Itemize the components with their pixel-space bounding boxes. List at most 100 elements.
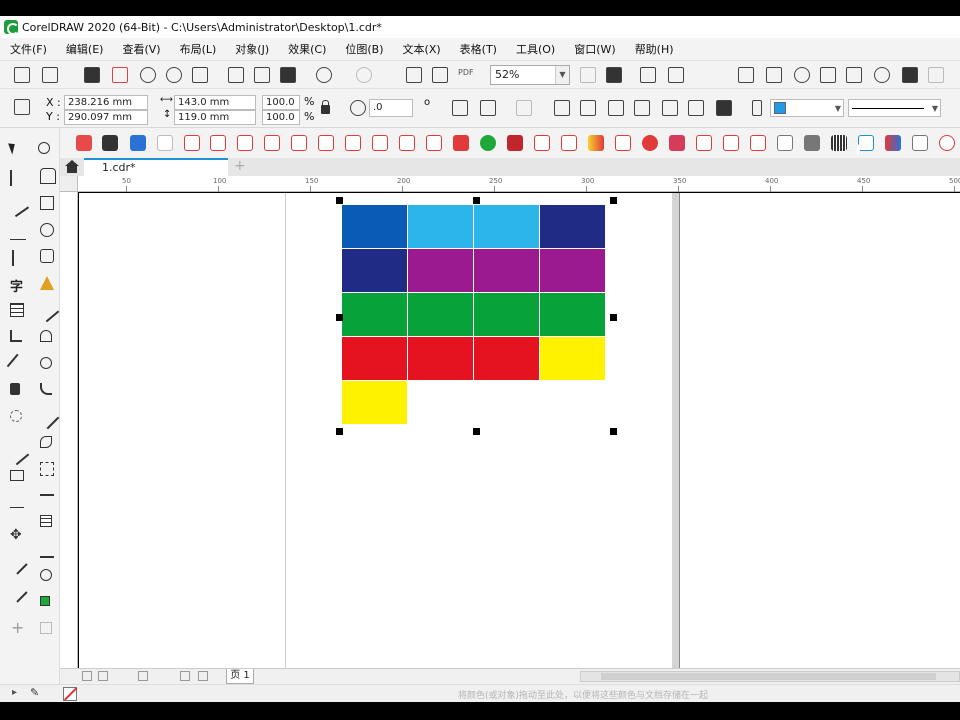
text-tool-icon[interactable]: 字 xyxy=(10,276,26,295)
macro-24-icon[interactable] xyxy=(696,135,712,151)
paste-icon[interactable] xyxy=(280,67,296,83)
open-icon[interactable] xyxy=(42,67,58,83)
eyedropper-tool-icon[interactable] xyxy=(6,353,30,377)
bounding-box-icon[interactable] xyxy=(40,462,54,476)
macro-7-icon[interactable] xyxy=(237,135,253,151)
menu-file[interactable]: 文件(F) xyxy=(10,41,47,57)
color-swatch-cell[interactable] xyxy=(342,337,407,380)
macro-16-icon[interactable] xyxy=(480,135,496,151)
macro-19-icon[interactable] xyxy=(561,135,577,151)
bspline-tool-icon[interactable] xyxy=(40,436,52,448)
selection-handle[interactable] xyxy=(336,314,343,321)
artistic-media-icon[interactable] xyxy=(10,470,24,481)
dimension-tool-icon[interactable] xyxy=(40,488,54,496)
eyedropper-icon[interactable] xyxy=(902,67,918,83)
simplify-icon[interactable] xyxy=(662,100,678,116)
undo-icon[interactable] xyxy=(316,67,332,83)
save-icon[interactable] xyxy=(84,67,100,83)
macro-13-icon[interactable] xyxy=(399,135,415,151)
expand-arrow-icon[interactable]: ▸ xyxy=(12,687,17,698)
import-icon[interactable] xyxy=(406,67,422,83)
menu-bitmaps[interactable]: 位图(B) xyxy=(345,41,383,57)
selection-handle[interactable] xyxy=(336,197,343,204)
macro-3-icon[interactable] xyxy=(130,135,146,151)
color-swatch-cell[interactable] xyxy=(540,205,605,248)
home-icon[interactable] xyxy=(65,160,79,173)
ellipse-tool-icon[interactable] xyxy=(40,223,54,237)
attract-icon[interactable] xyxy=(6,581,28,603)
selection-handle[interactable] xyxy=(473,197,480,204)
ruler-origin[interactable] xyxy=(60,176,78,192)
chevron-down-icon[interactable]: ▼ xyxy=(835,104,841,113)
menu-view[interactable]: 查看(V) xyxy=(122,41,160,57)
selection-handle[interactable] xyxy=(610,314,617,321)
freehand-tool-icon[interactable] xyxy=(10,224,26,240)
object-origin-icon[interactable] xyxy=(14,99,30,115)
color-swatch-cell[interactable] xyxy=(474,337,539,380)
macro-26-icon[interactable] xyxy=(750,135,766,151)
macro-33-icon[interactable] xyxy=(939,135,955,151)
menu-layout[interactable]: 布局(L) xyxy=(180,41,217,57)
cloud-upload-icon[interactable] xyxy=(140,67,156,83)
outline-style-select[interactable]: ▼ xyxy=(848,99,941,117)
rulers-icon[interactable] xyxy=(640,67,656,83)
macro-17-icon[interactable] xyxy=(507,135,523,151)
tab-document[interactable]: 1.cdr* xyxy=(84,158,228,176)
drawing-canvas[interactable] xyxy=(79,193,960,668)
trim-icon[interactable] xyxy=(608,100,624,116)
x-position-field[interactable]: 238.216 mm xyxy=(64,95,148,110)
lock-ratio-icon[interactable] xyxy=(321,100,330,114)
macro-14-icon[interactable] xyxy=(426,135,442,151)
redo-icon[interactable] xyxy=(356,67,372,83)
options-icon[interactable] xyxy=(766,67,782,83)
knife-tool-icon[interactable] xyxy=(6,442,30,466)
y-position-field[interactable]: 290.097 mm xyxy=(64,110,148,125)
scale-height-field[interactable]: 100.0 xyxy=(262,110,300,125)
menu-text[interactable]: 文本(X) xyxy=(403,41,441,57)
page-tab[interactable]: 页 1 xyxy=(226,669,254,684)
cloud-download-icon[interactable] xyxy=(166,67,182,83)
color-swatch-cell[interactable] xyxy=(474,205,539,248)
print-icon[interactable] xyxy=(192,67,208,83)
macro-31-icon[interactable] xyxy=(885,135,901,151)
selection-handle[interactable] xyxy=(336,428,343,435)
rectangle-tool-icon[interactable] xyxy=(40,196,54,210)
mirror-horizontal-icon[interactable] xyxy=(452,100,468,116)
eyedropper-icon[interactable]: ✎ xyxy=(30,686,39,699)
smear-tool-icon[interactable] xyxy=(10,410,22,422)
color-swatch-cell[interactable] xyxy=(342,293,407,336)
next-page-icon[interactable] xyxy=(138,671,148,681)
macro-15-icon[interactable] xyxy=(453,135,469,151)
macro-23-icon[interactable] xyxy=(669,135,685,151)
color-swatch-cell[interactable] xyxy=(342,249,407,292)
new-document-icon[interactable] xyxy=(14,67,30,83)
mirror-vertical-icon[interactable] xyxy=(480,100,496,116)
cut-icon[interactable] xyxy=(228,67,244,83)
color-swatch-cell[interactable] xyxy=(474,249,539,292)
front-minus-back-icon[interactable] xyxy=(688,100,704,116)
calligraphy-icon[interactable] xyxy=(10,502,24,508)
macro-18-icon[interactable] xyxy=(534,135,550,151)
menu-tools[interactable]: 工具(O) xyxy=(516,41,555,57)
macro-28-icon[interactable] xyxy=(804,135,820,151)
macro-1-icon[interactable] xyxy=(76,135,92,151)
pick-tool-icon[interactable] xyxy=(8,141,18,155)
macro-25-icon[interactable] xyxy=(723,135,739,151)
color-swatch-cell[interactable] xyxy=(342,381,407,424)
scale-width-field[interactable]: 100.0 xyxy=(262,95,300,110)
spiral-tool-icon[interactable] xyxy=(40,569,52,581)
color-swatch-cell[interactable] xyxy=(408,205,473,248)
blend-tool-icon[interactable] xyxy=(10,330,22,342)
full-screen-icon[interactable] xyxy=(580,67,596,83)
previous-page-icon[interactable] xyxy=(98,671,108,681)
align-distribute-icon[interactable] xyxy=(516,100,532,116)
macro-12-icon[interactable] xyxy=(372,135,388,151)
menu-table[interactable]: 表格(T) xyxy=(460,41,497,57)
pen-icon[interactable] xyxy=(752,100,762,116)
color-swatch-cell[interactable] xyxy=(408,293,473,336)
color-swatch-cell[interactable] xyxy=(540,293,605,336)
fit-page-icon[interactable] xyxy=(606,67,622,83)
move-tool-icon[interactable]: ✥ xyxy=(10,528,26,544)
intersect-icon[interactable] xyxy=(634,100,650,116)
zoom-level-select[interactable]: 52% ▼ xyxy=(490,65,570,85)
